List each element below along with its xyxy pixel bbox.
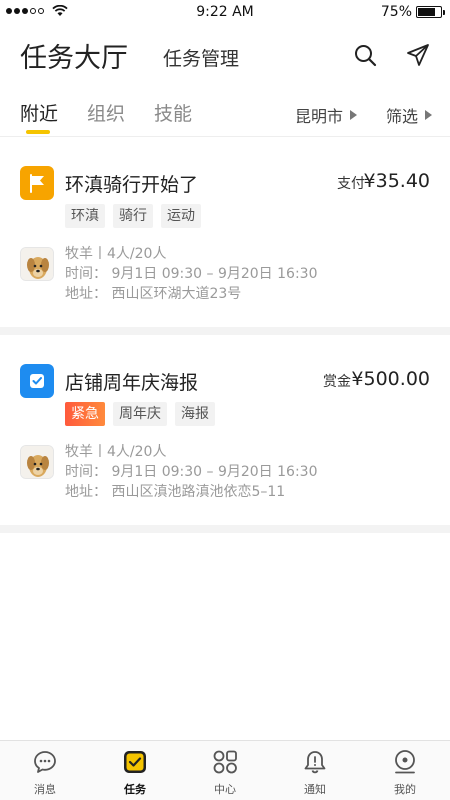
filter-label: 筛选 [386,107,419,126]
pay-amount: ¥500.00 [351,368,430,390]
grid-icon [213,750,237,774]
publisher-info: 牧羊丨4人/20人 [65,246,167,262]
send-icon [407,44,429,66]
nav-messages[interactable]: 消息 [15,749,75,797]
nav-label: 我的 [394,783,416,796]
tag: 骑行 [113,204,153,228]
nav-label: 中心 [214,783,236,796]
bottom-nav: 消息 任务 中心 通知 我的 [0,740,450,800]
pay-amount: ¥35.40 [363,170,430,192]
tag: 海报 [175,402,215,426]
tag: 周年庆 [113,402,167,426]
address-info: 地址： 西山区滇池路滇池依恋5–11 [65,484,286,500]
pay-label: 赏金 [323,374,351,390]
message-icon [34,751,56,773]
task-title: 店铺周年庆海报 [65,372,199,394]
task-icon [124,751,146,773]
divider [0,327,450,335]
page-title: 任务大厅 [20,43,128,74]
checkbox-icon [20,364,54,398]
task-title: 环滇骑行开始了 [65,174,199,196]
tag-list: 紧急 周年庆 海报 [65,402,215,426]
tab-organization[interactable]: 组织 [87,99,125,126]
task-card[interactable]: 环滇骑行开始了 支付 ¥35.40 环滇 骑行 运动 牧羊丨4人/20人 时间：… [0,137,450,327]
nav-tasks[interactable]: 任务 [105,749,165,797]
nav-label: 消息 [34,783,56,796]
tab-bar: 附近 组织 技能 昆明市 筛选 [0,95,450,137]
nav-center[interactable]: 中心 [195,749,255,797]
status-bar: 9:22 AM 75% [0,0,450,24]
battery-percent: 75% [380,4,412,20]
nav-label: 通知 [304,783,326,796]
bell-icon [304,751,326,774]
battery-icon [416,6,445,18]
tab-active-indicator [26,130,50,134]
filter-button[interactable]: 筛选 [386,103,433,127]
tag: 运动 [161,204,201,228]
address-info: 地址： 西山区环湖大道23号 [65,286,242,302]
tab-skills[interactable]: 技能 [154,99,192,126]
divider [0,525,450,533]
task-management-link[interactable]: 任务管理 [163,44,239,71]
urgent-badge: 紧急 [65,402,105,426]
publisher-info: 牧羊丨4人/20人 [65,444,167,460]
search-icon [355,45,377,67]
triangle-right-icon [350,110,358,120]
nav-label: 任务 [124,783,146,796]
avatar[interactable] [20,247,54,281]
time-info: 时间： 9月1日 09:30 – 9月20日 16:30 [65,266,318,282]
search-button[interactable] [352,42,378,68]
nav-profile[interactable]: 我的 [375,749,435,797]
nav-notifications[interactable]: 通知 [285,749,345,797]
flag-icon [20,166,54,200]
header: 任务大厅 任务管理 [0,30,450,80]
tag: 环滇 [65,204,105,228]
profile-icon [395,750,415,774]
send-button[interactable] [405,42,431,68]
tab-nearby[interactable]: 附近 [20,99,58,126]
avatar[interactable] [20,445,54,479]
pay-label: 支付 [337,176,365,192]
city-selector[interactable]: 昆明市 [295,103,358,127]
triangle-right-icon [425,110,433,120]
tag-list: 环滇 骑行 运动 [65,204,201,228]
time-info: 时间： 9月1日 09:30 – 9月20日 16:30 [65,464,318,480]
city-label: 昆明市 [295,107,344,126]
task-card[interactable]: 店铺周年庆海报 赏金 ¥500.00 紧急 周年庆 海报 牧羊丨4人/20人 时… [0,335,450,525]
